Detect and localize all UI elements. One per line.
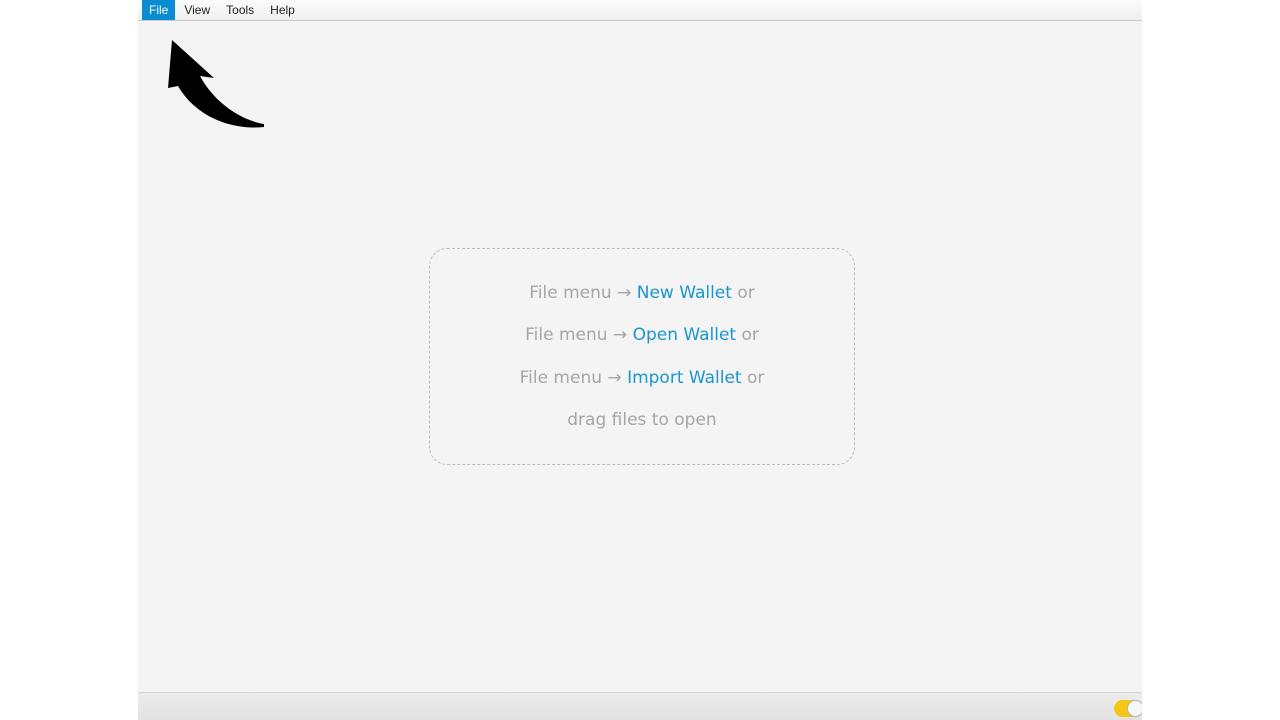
menu-file[interactable]: File	[142, 0, 176, 20]
hint-new-wallet: File menu → New Wallet or	[529, 272, 754, 315]
menu-bar: File View Tools Help	[138, 0, 1142, 21]
menu-view[interactable]: View	[177, 0, 217, 20]
toggle-switch-icon[interactable]	[1114, 700, 1142, 717]
status-bar	[138, 692, 1142, 720]
hint-import-wallet: File menu → Import Wallet or	[520, 357, 765, 400]
toggle-knob	[1127, 700, 1142, 717]
new-wallet-link[interactable]: New Wallet	[637, 283, 732, 303]
hint-suffix: or	[731, 282, 755, 303]
hint-suffix: or	[736, 325, 759, 345]
app-window: File View Tools Help File menu → New Wal…	[138, 0, 1142, 720]
drop-zone[interactable]: File menu → New Wallet or File menu → Op…	[429, 248, 855, 465]
hint-drag-files: drag files to open	[567, 410, 717, 430]
menu-help[interactable]: Help	[263, 0, 302, 20]
hint-prefix: File menu →	[525, 325, 633, 345]
hint-prefix: File menu →	[519, 367, 628, 388]
hint-prefix: File menu →	[529, 282, 637, 303]
open-wallet-link[interactable]: Open Wallet	[633, 325, 737, 345]
curved-arrow-icon	[168, 40, 264, 128]
hint-open-wallet: File menu → Open Wallet or	[525, 314, 759, 357]
menu-tools[interactable]: Tools	[219, 0, 261, 20]
hint-suffix: or	[741, 367, 765, 388]
import-wallet-link[interactable]: Import Wallet	[627, 368, 742, 388]
